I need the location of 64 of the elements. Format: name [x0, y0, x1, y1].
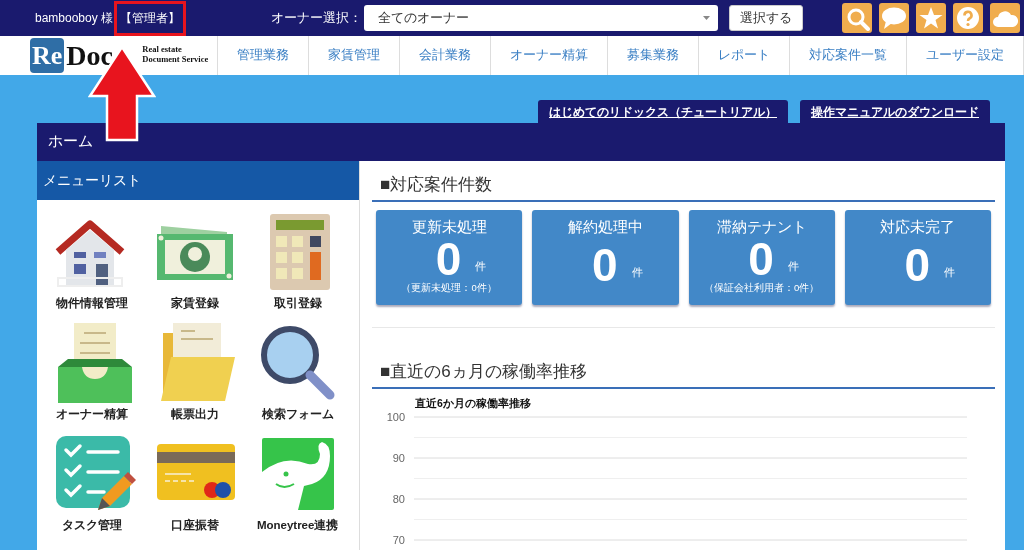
nav-link[interactable]: レポート [699, 36, 790, 75]
count-unit: 件 [475, 259, 487, 274]
section-title: ■対応案件件数 [372, 161, 995, 202]
tab-link[interactable]: はじめてのリドックス（チュートリアル） [538, 100, 788, 123]
menu-tile[interactable]: オーナー精算 [41, 323, 144, 422]
axis-tick-label: 90 [392, 452, 405, 464]
star-icon [918, 5, 944, 31]
axis-tick-label: 80 [392, 493, 405, 505]
cloud-button[interactable] [990, 3, 1020, 33]
owner-label: オーナー選択： [271, 9, 363, 27]
caret-icon [703, 16, 711, 20]
count-value: 0 [904, 243, 931, 287]
menu-tile[interactable]: タスク管理 [41, 434, 144, 533]
nav-link[interactable]: オーナー精算 [491, 36, 608, 75]
menu-tile[interactable]: 口座振替 [143, 434, 247, 533]
count-card[interactable]: 解約処理中 0 件 [532, 210, 679, 305]
menu-tile[interactable]: 検索フォーム [246, 323, 349, 422]
menu-header: メニューリスト [37, 161, 359, 200]
count-unit: 件 [787, 259, 799, 274]
logo-tagline: Real estate [142, 43, 183, 54]
count-value: 0 [748, 237, 774, 281]
count-card[interactable]: 滞納テナント 0 件 （保証会社利用者：0件） [688, 210, 835, 305]
help-button[interactable] [953, 3, 983, 33]
user-name: bambooboy 様 [35, 9, 114, 27]
menu-tile[interactable]: 物件情報管理 [41, 212, 144, 311]
favorite-button[interactable] [916, 3, 946, 33]
count-unit: 件 [631, 265, 643, 280]
count-card[interactable]: 対応未完了 0 件 [844, 210, 991, 305]
nav-link[interactable]: 管理業務 [218, 36, 309, 75]
search-button[interactable] [842, 3, 872, 33]
owner-select[interactable]: 全てのオーナー [364, 5, 719, 31]
nav-link[interactable]: ユーザー設定 [907, 36, 1024, 75]
menu-tile[interactable]: 帳票出力 [143, 323, 247, 422]
nav-link[interactable]: 募集業務 [608, 36, 699, 75]
card-label: 滞納テナント [716, 218, 807, 237]
menu-tile[interactable]: Moneytree連携 [246, 434, 349, 533]
axis-tick-label: 100 [386, 411, 405, 423]
logo-text: Doc [66, 39, 114, 72]
card-note: （更新未処理：0件） [401, 282, 497, 295]
select-button[interactable]: 選択する [729, 5, 804, 31]
nav-link[interactable]: 会計業務 [400, 36, 491, 75]
card-label: 解約処理中 [567, 218, 643, 237]
user-role: 【管理者】 [117, 3, 184, 33]
chart-title: 直近6か月の稼働率推移 [415, 397, 531, 411]
card-note: （保証会社利用者：0件） [703, 282, 820, 295]
count-card[interactable]: 更新未処理 0 件 （更新未処理：0件） [376, 210, 523, 305]
count-value: 0 [435, 237, 462, 281]
menu-tile[interactable]: 取引登録 [246, 212, 349, 311]
section-title: ■直近の6ヵ月の稼働率推移 [372, 348, 995, 389]
chat-button[interactable] [879, 3, 909, 33]
axis-tick-label: 70 [392, 534, 405, 546]
nav-link[interactable]: 家賃管理 [309, 36, 400, 75]
speech-bubble-icon [881, 5, 907, 31]
count-unit: 件 [944, 265, 956, 280]
menu-tile[interactable]: 家賃登録 [143, 212, 247, 311]
nav-link[interactable]: 対応案件一覧 [790, 36, 907, 75]
page-title: ホーム [37, 123, 1005, 161]
logo-mark: Re [30, 38, 65, 73]
tab-link[interactable]: 操作マニュアルのダウンロード [800, 100, 990, 123]
logo-tagline: Document Service [142, 53, 209, 64]
card-label: 更新未処理 [411, 218, 487, 237]
card-label: 対応未完了 [880, 218, 956, 237]
count-value: 0 [592, 243, 618, 287]
help-icon [955, 5, 981, 31]
